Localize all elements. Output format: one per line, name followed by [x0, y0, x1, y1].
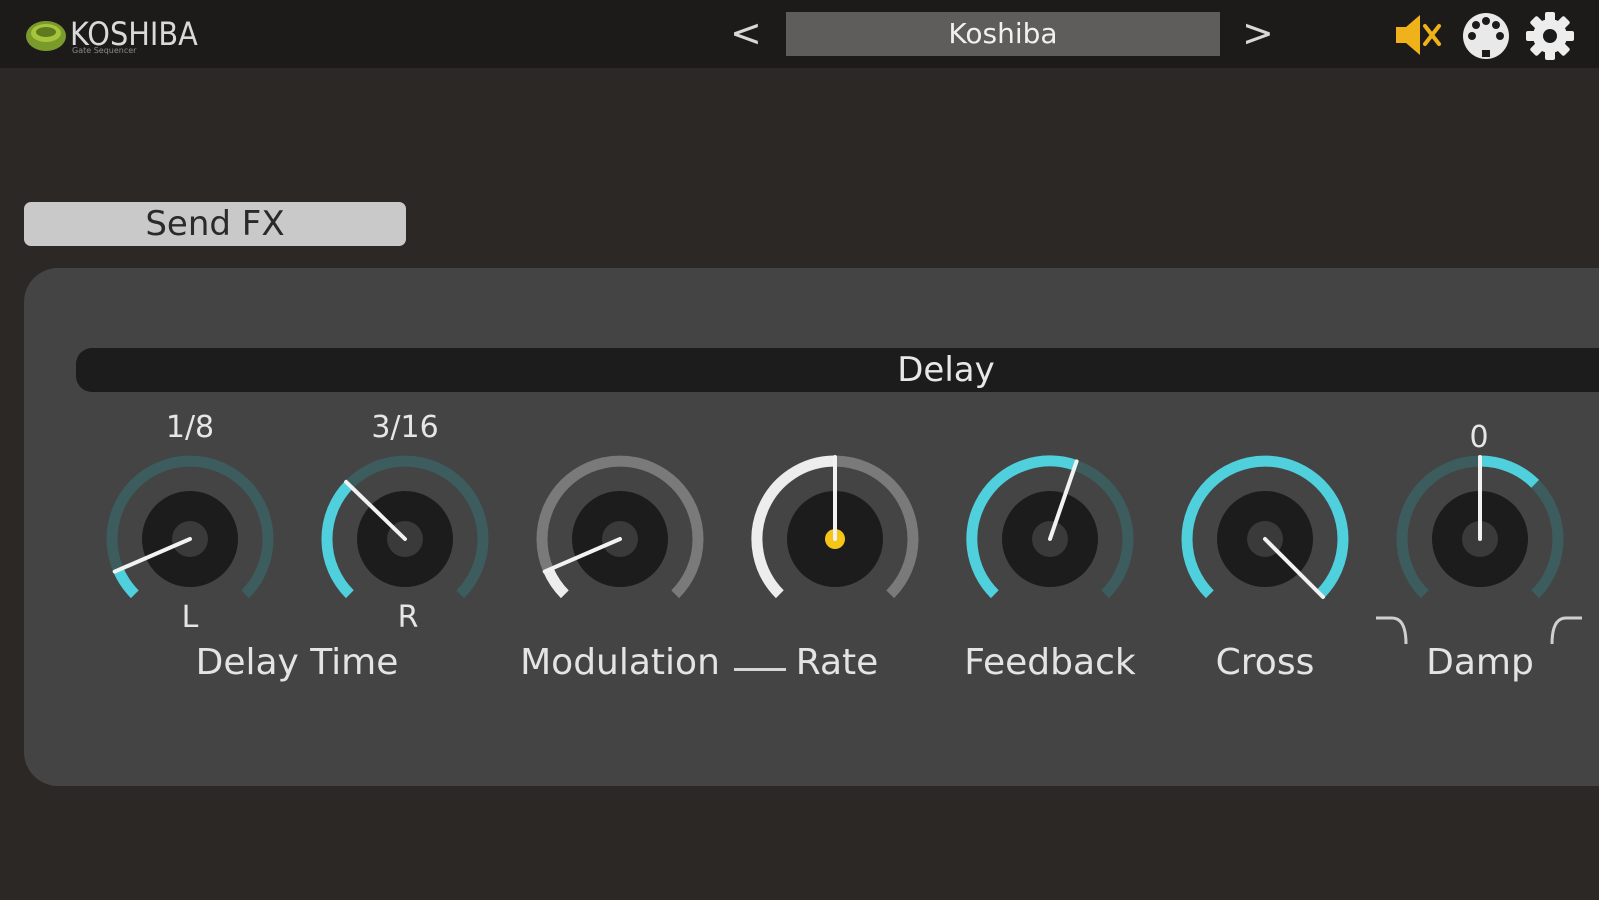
modulation-label: Modulation — [520, 642, 720, 683]
knob-value-arc — [113, 567, 139, 599]
damp-value: 0 — [1469, 420, 1489, 455]
rate-label: Rate — [795, 642, 879, 683]
knob-value-arc — [321, 480, 354, 599]
knob-value-arc — [1479, 455, 1540, 488]
app-subtitle: Gate Sequencer — [72, 46, 137, 55]
feedback-knob[interactable] — [958, 455, 1142, 619]
damp-label: Damp — [1426, 642, 1534, 683]
gear-icon[interactable] — [1524, 10, 1576, 66]
prev-preset-button[interactable]: < — [730, 10, 762, 56]
delay-section-title: Delay — [897, 350, 995, 390]
knob-value-arc — [543, 567, 569, 599]
damp-bracket-right — [1550, 616, 1582, 645]
midi-icon[interactable] — [1460, 10, 1512, 64]
mute-icon[interactable] — [1392, 10, 1444, 64]
rate-knob[interactable] — [743, 455, 927, 619]
delay-section-header: Delay — [76, 348, 1599, 392]
next-preset-button[interactable]: > — [1242, 10, 1274, 56]
modulation-knob[interactable] — [528, 455, 712, 619]
delay-right-sublabel: R — [397, 600, 419, 635]
preset-name-display[interactable]: Koshiba — [786, 12, 1220, 56]
cross-label: Cross — [1215, 642, 1315, 683]
modulation-rate-link — [734, 668, 786, 671]
damp-bracket-left — [1376, 616, 1408, 645]
top-bar: KOSHIBA Gate Sequencer < Koshiba > — [0, 0, 1599, 68]
damp-knob[interactable] — [1388, 455, 1572, 619]
koshiba-logo-icon — [26, 21, 66, 51]
send-fx-tab[interactable]: Send FX — [24, 202, 406, 246]
feedback-label: Feedback — [964, 642, 1136, 683]
delay-left-sublabel: L — [181, 600, 199, 635]
delay-right-value: 3/16 — [371, 410, 439, 445]
delay-left-value: 1/8 — [165, 410, 215, 445]
cross-knob[interactable] — [1173, 455, 1357, 619]
delay-time-label: Delay Time — [195, 642, 399, 683]
delay-time-left-knob[interactable] — [98, 455, 282, 619]
delay-time-right-knob[interactable] — [313, 455, 497, 619]
